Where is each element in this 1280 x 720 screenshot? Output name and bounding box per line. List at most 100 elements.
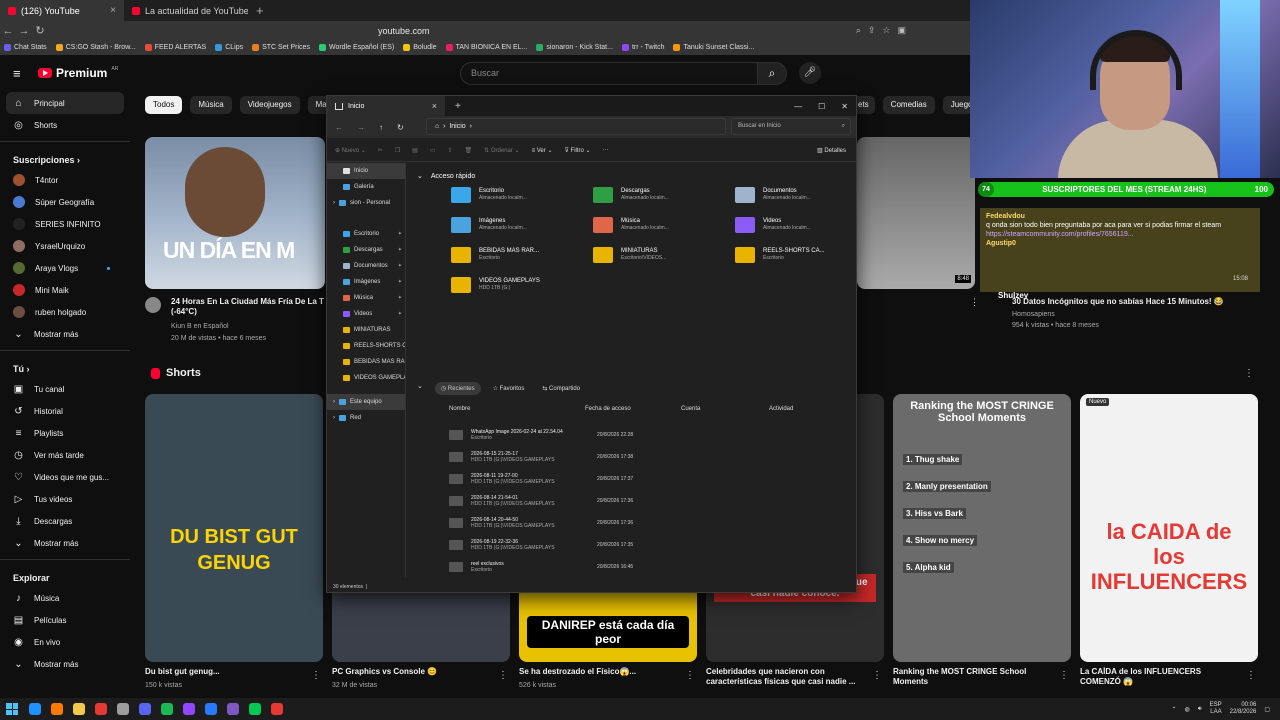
right-video-thumbnail[interactable]: 8:48 [857,137,975,289]
browser-tab[interactable]: (126) YouTube × [0,0,124,21]
short-title[interactable]: Du bist gut genug... [145,667,305,677]
sidebar-item-playlists[interactable]: ≡ Playlists [0,422,130,444]
nav-item-bebidas-mas-rara[interactable]: BEBIDAS MAS RARA [327,354,405,370]
quick-access-item[interactable]: VIDEOS GAMEPLAYS HDD 1TB (G:) [451,277,540,293]
refresh-icon[interactable]: ↻ [397,123,404,132]
short-title[interactable]: Ranking the MOST CRINGE School Moments [893,667,1053,687]
sidebar-item-tus-videos[interactable]: ▷ Tus videos [0,488,130,510]
bookmark-item[interactable]: sionaron - Kick Stat... [536,44,613,51]
show-more-button[interactable]: ⌄ Mostrar más [0,323,130,345]
nav-item-inicio[interactable]: Inicio [327,163,405,179]
column-header-fecha-de-acceso[interactable]: Fecha de acceso [585,406,681,412]
rename-icon[interactable]: ▭ [430,147,436,154]
new-tab-icon[interactable]: + [445,101,461,112]
taskbar-app-icon[interactable] [183,703,195,715]
featured-channel[interactable]: Kiun B en Español [171,322,229,332]
bookmark-item[interactable]: Tanuki Sunset Classi... [673,44,754,51]
new-button[interactable]: ⊕ Nuevo ⌄ [335,147,366,154]
sidebar-item-araya-vlogs[interactable]: Araya Vlogs [0,257,130,279]
delete-icon[interactable]: 🗑︎ [465,147,473,154]
file-row[interactable]: reel exclusivos Escritorio 20/8/2026 16:45 [449,557,849,577]
mic-icon[interactable]: 🎤︎ [799,62,821,84]
taskbar-app-icon[interactable] [95,703,107,715]
windows-start-icon[interactable] [6,703,18,715]
url-bar[interactable]: youtube.com [378,26,430,36]
close-icon[interactable]: ✕ [841,102,848,111]
sidebar-item-m-sica[interactable]: ♪ Música [0,587,130,609]
kebab-icon[interactable]: ⋮ [970,297,979,308]
sidebar-item-historial[interactable]: ↺ Historial [0,400,130,422]
share-icon[interactable]: ⇪ [868,25,876,36]
explorer-tab[interactable]: Inicio × [327,96,445,116]
sidebar-item-videos-que-me-gus[interactable]: ♡ Videos que me gus... [0,466,130,488]
sidebar-item-principal[interactable]: ⌂ Principal [6,92,124,114]
bookmark-star-icon[interactable]: ☆ [882,25,890,36]
chip-comedias[interactable]: Comedias [882,96,935,114]
file-row[interactable]: 2026-08-19 22-32-36 HDD 1TB (G:)\VIDEOS G… [449,535,849,555]
taskbar-app-icon[interactable] [117,703,129,715]
sidebar-item-ruben-holgado[interactable]: ruben holgado [0,301,130,323]
short-menu-icon[interactable]: ⋮ [498,670,508,681]
filter-tab-recientes[interactable]: ◷ Recientes [435,382,481,395]
sidebar-item-shorts[interactable]: ◎ Shorts [0,114,130,136]
back-icon[interactable]: ← [0,25,16,37]
bookmark-item[interactable]: Chat Stats [4,44,47,51]
taskbar-app-icon[interactable] [205,703,217,715]
short-title[interactable]: Se ha destrozado el Físico😱... [519,667,679,677]
right-video-title[interactable]: 30 Datos Incógnitos que no sabías Hace 1… [1012,297,1262,307]
quick-access-item[interactable]: Imágenes Almacenado localm... [451,217,527,233]
language-indicator[interactable]: ESP LAA [1210,702,1222,716]
short-title[interactable]: PC Graphics vs Console 😊 [332,667,492,677]
file-row[interactable]: WhatsApp Image 2026-02-24 at 22.54.04 Esc… [449,425,849,445]
column-header-actividad[interactable]: Actividad [769,406,829,412]
channel-avatar[interactable] [145,297,161,313]
sidebar-item-descargas[interactable]: ⤓ Descargas [0,510,130,532]
short-menu-icon[interactable]: ⋮ [872,670,882,681]
sidebar-item-ver-m-s-tarde[interactable]: ◷ Ver más tarde [0,444,130,466]
search-icon[interactable]: ⌕ [757,62,787,85]
zoom-icon[interactable]: ⌕ [856,25,861,36]
short-title[interactable]: La CAÍDA de los INFLUENCERS COMENZÓ 😱 [1080,667,1240,687]
quick-access-item[interactable]: BEBIDAS MAS RAR... Escritorio [451,247,539,263]
sidebar-item-ysraelurquizo[interactable]: YsraelUrquizo [0,235,130,257]
quick-access-item[interactable]: Escritorio Almacenado localm... [451,187,527,203]
short-menu-icon[interactable]: ⋮ [311,670,321,681]
minimize-icon[interactable]: — [794,102,802,111]
view-button[interactable]: ≡ Ver ⌄ [532,147,553,154]
quick-access-item[interactable]: Videos Almacenado localm... [735,217,811,233]
nav-item-documentos[interactable]: Documentos ✦ [327,258,405,274]
new-tab-icon[interactable]: + [248,3,272,18]
network-icon[interactable]: ◍ [1185,706,1190,713]
sidebar-item-tu-canal[interactable]: ▣ Tu canal [0,378,130,400]
taskbar-app-icon[interactable] [161,703,173,715]
short-menu-icon[interactable]: ⋮ [685,670,695,681]
short-thumbnail[interactable]: la CAIDA de los INFLUENCERS Nuevo [1080,394,1258,662]
nav-item-videos-gameplay[interactable]: VIDEOS GAMEPLAY [327,370,405,386]
featured-thumbnail[interactable]: UN DÍA EN M [145,137,325,289]
share-icon[interactable]: ⇪ [448,147,453,154]
chip-música[interactable]: Música [190,96,232,114]
nav-item-red[interactable]: › Red [327,410,405,426]
file-row[interactable]: 2026-08-14 20-44-50 HDD 1TB (G:)\VIDEOS G… [449,513,849,533]
search-input[interactable]: Buscar [460,62,758,85]
bookmark-item[interactable]: Wordle Español (ES) [318,44,394,51]
close-tab-icon[interactable]: × [432,101,437,111]
quick-access-header[interactable]: ⌄ Acceso rápido [409,168,475,184]
file-row[interactable]: 2026-08-15 21-25-17 HDD 1TB (G:)\VIDEOS G… [449,447,849,467]
maximize-icon[interactable]: ☐ [818,102,825,111]
clock[interactable]: 00:06 22/8/2026 [1230,702,1257,716]
shorts-menu-icon[interactable]: ⋮ [1244,368,1254,379]
short-thumbnail[interactable]: DU BIST GUT GENUG [145,394,323,662]
short-menu-icon[interactable]: ⋮ [1246,670,1256,681]
taskbar-app-icon[interactable] [139,703,151,715]
quick-access-item[interactable]: Descargas Almacenado localm... [593,187,669,203]
nav-item-sion-personal[interactable]: › sion - Personal [327,195,405,211]
taskbar-app-icon[interactable] [227,703,239,715]
sidebar-section-header[interactable]: Suscripciones › [0,147,130,169]
explorer-search-input[interactable]: Buscar en Inicio ⌕ [731,118,851,135]
column-header-nombre[interactable]: Nombre [449,406,585,412]
chevron-down-icon[interactable]: ⌄ [417,382,423,390]
show-more-button[interactable]: ⌄ Mostrar más [0,532,130,554]
forward-icon[interactable]: → [16,25,32,37]
details-button[interactable]: ▥ Detalles [817,147,856,154]
